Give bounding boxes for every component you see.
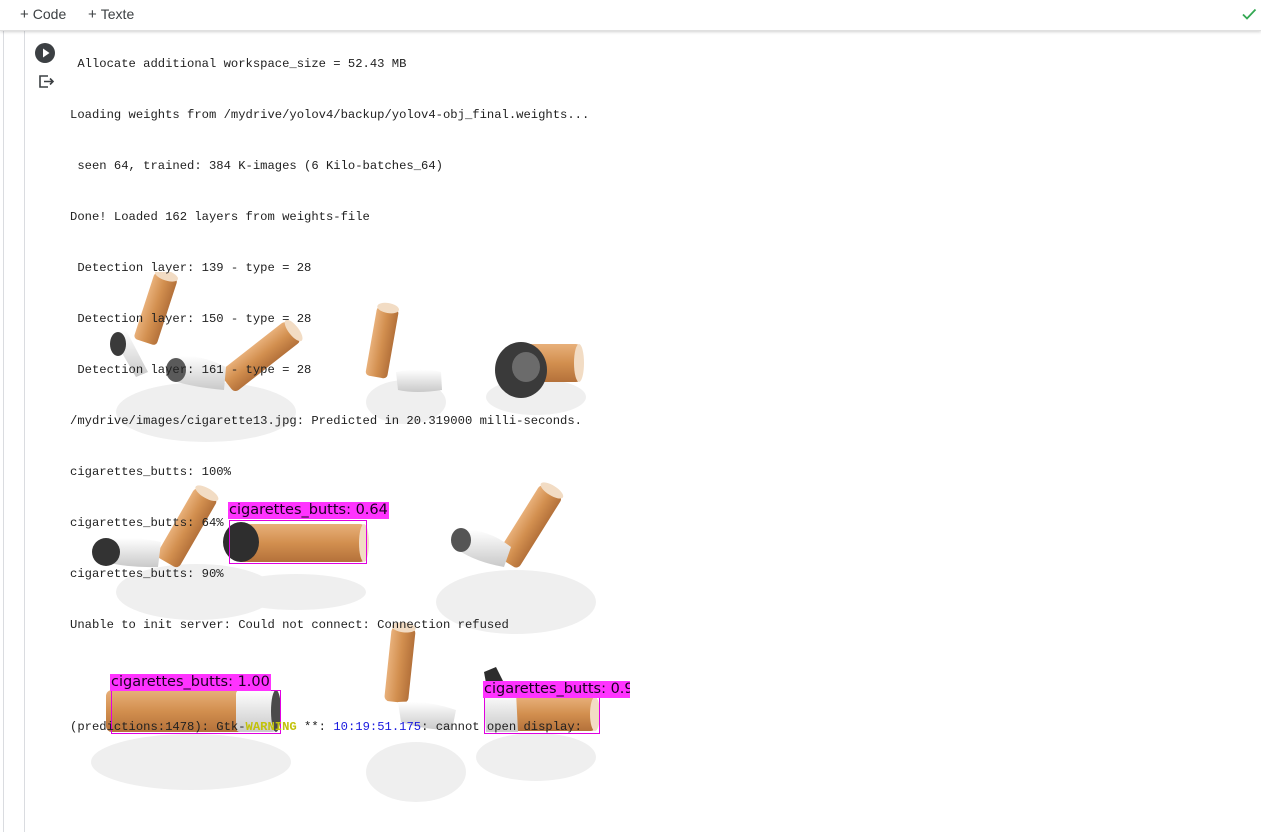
output-line: Detection layer: 139 - type = 28 — [70, 261, 312, 275]
output-line: cigarettes_butts: 64% — [70, 516, 224, 530]
add-code-button[interactable]: + Code — [20, 6, 66, 23]
plus-icon: + — [20, 6, 29, 23]
gutter-divider — [3, 30, 4, 832]
run-cell-button[interactable] — [35, 43, 55, 63]
output-line: seen 64, trained: 384 K-images (6 Kilo-b… — [70, 159, 443, 173]
checkmark-icon — [1242, 8, 1257, 20]
gtk-message: : cannot open display: — [421, 720, 582, 734]
output-line: Unable to init server: Could not connect… — [70, 618, 509, 632]
output-line: /mydrive/images/cigarette13.jpg: Predict… — [70, 414, 582, 428]
warning-level: WARNING — [245, 720, 297, 734]
cell-output: Allocate additional workspace_size = 52.… — [70, 22, 670, 753]
output-line: Done! Loaded 162 layers from weights-fil… — [70, 210, 370, 224]
output-line: Detection layer: 161 - type = 28 — [70, 363, 312, 377]
output-line: cigarettes_butts: 100% — [70, 465, 231, 479]
gtk-warning-line: (predictions:1478): Gtk-WARNING **: 10:1… — [70, 719, 670, 736]
output-line: cigarettes_butts: 90% — [70, 567, 224, 581]
add-text-label: Texte — [100, 6, 135, 22]
output-line: Detection layer: 150 - type = 28 — [70, 312, 312, 326]
gtk-prefix: (predictions:1478): Gtk- — [70, 720, 246, 734]
output-line: Allocate additional workspace_size = 52.… — [70, 57, 407, 71]
notebook-toolbar: + Code + Texte — [0, 0, 1261, 31]
output-line: Loading weights from /mydrive/yolov4/bac… — [70, 108, 590, 122]
plus-icon: + — [88, 6, 97, 23]
warning-timestamp: 10:19:51.175 — [333, 720, 422, 734]
cell-left-border — [24, 30, 25, 832]
add-text-button[interactable]: + Texte — [88, 6, 134, 23]
play-icon — [43, 48, 50, 58]
output-menu-icon[interactable] — [37, 72, 55, 90]
add-code-label: Code — [32, 6, 67, 22]
gtk-separator: **: — [296, 720, 334, 734]
